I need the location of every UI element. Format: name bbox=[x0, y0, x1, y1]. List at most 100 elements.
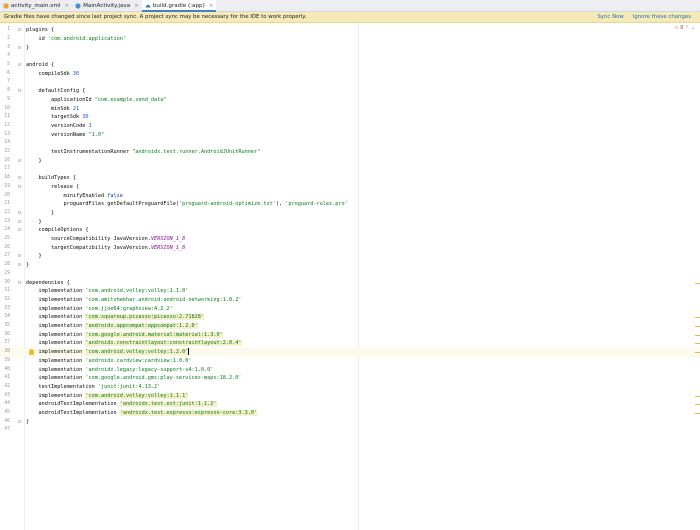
tab-build-gradle-app[interactable]: build.gradle (:app) × bbox=[141, 0, 217, 12]
code-line[interactable]: 39 implementation 'androidx.cardview:car… bbox=[0, 357, 700, 366]
fold-marker-icon[interactable] bbox=[18, 63, 21, 66]
code-line[interactable]: 44 androidTestImplementation 'androidx.t… bbox=[0, 400, 700, 409]
warning-marker[interactable] bbox=[695, 282, 700, 284]
line-number: 14 bbox=[4, 140, 10, 146]
code-line[interactable]: 6 compileSdk 30 bbox=[0, 70, 700, 79]
fold-marker-icon[interactable] bbox=[18, 45, 21, 49]
code-line[interactable]: 12 versionCode 1 bbox=[0, 122, 700, 131]
code-text: targetCompatibility JavaVersion.VERSION_… bbox=[26, 244, 186, 251]
warning-marker[interactable] bbox=[695, 334, 700, 336]
code-line[interactable]: 35 implementation 'androidx.appcompat:ap… bbox=[0, 322, 700, 331]
fold-marker-icon[interactable] bbox=[18, 89, 21, 93]
fold-marker-icon[interactable] bbox=[18, 28, 21, 32]
fold-marker-icon[interactable] bbox=[18, 419, 21, 423]
code-text: implementation 'androidx.legacy:legacy-s… bbox=[26, 366, 214, 373]
code-line[interactable]: 28} bbox=[0, 261, 700, 270]
fold-marker-icon[interactable] bbox=[18, 184, 21, 188]
code-line[interactable]: 16 } bbox=[0, 157, 700, 166]
code-line[interactable]: 27 } bbox=[0, 252, 700, 261]
warning-marker[interactable] bbox=[695, 404, 700, 406]
code-line[interactable]: 13 versionName "1.0" bbox=[0, 131, 700, 140]
close-icon[interactable]: × bbox=[209, 3, 214, 9]
code-line[interactable]: 10 minSdk 21 bbox=[0, 105, 700, 114]
code-line[interactable]: 19 release { bbox=[0, 183, 700, 192]
code-line[interactable]: 26 targetCompatibility JavaVersion.VERSI… bbox=[0, 244, 700, 253]
code-editor[interactable]: ⚠ 8 ⌃ ⌄ 1 plugins {2 id 'com.android.appl… bbox=[0, 23, 700, 530]
code-text: androidTestImplementation 'androidx.test… bbox=[26, 401, 217, 408]
fold-marker-icon[interactable] bbox=[18, 210, 21, 214]
code-line[interactable]: 31 implementation 'com.android.volley:vo… bbox=[0, 287, 700, 296]
code-text: compileSdk 30 bbox=[26, 70, 80, 77]
fold-marker-icon[interactable] bbox=[18, 176, 21, 180]
code-line[interactable]: 38 implementation 'com.android.volley:vo… bbox=[0, 348, 700, 357]
code-line[interactable]: 1 plugins { bbox=[0, 26, 700, 35]
code-line[interactable]: 30 dependencies { bbox=[0, 279, 700, 288]
code-text: implementation 'com.amitshekhar.android:… bbox=[26, 296, 242, 303]
code-line[interactable]: 32 implementation 'com.amitshekhar.andro… bbox=[0, 296, 700, 305]
sync-now-link[interactable]: Sync Now bbox=[597, 14, 623, 20]
fold-marker-icon[interactable] bbox=[18, 228, 21, 232]
line-number: 9 bbox=[7, 96, 10, 102]
code-line[interactable]: 17 bbox=[0, 165, 700, 174]
code-text: versionCode 1 bbox=[26, 122, 92, 129]
code-line[interactable]: 33 implementation 'com.jjoe64:graphview:… bbox=[0, 305, 700, 314]
code-line[interactable]: 25 sourceCompatibility JavaVersion.VERSI… bbox=[0, 235, 700, 244]
fold-marker-icon[interactable] bbox=[18, 158, 21, 162]
fold-marker-icon[interactable] bbox=[18, 280, 21, 284]
code-line[interactable]: 5 android { bbox=[0, 61, 700, 70]
code-text: plugins { bbox=[26, 27, 55, 34]
warning-marker[interactable] bbox=[695, 343, 700, 345]
fold-marker-icon[interactable] bbox=[18, 219, 21, 223]
code-line[interactable]: 36 implementation 'com.google.android.ma… bbox=[0, 331, 700, 340]
banner-message: Gradle files have changed since last pro… bbox=[4, 14, 307, 20]
warning-marker[interactable] bbox=[695, 326, 700, 327]
code-text: implementation 'com.google.android.gms:p… bbox=[26, 375, 242, 382]
code-line[interactable]: 34 implementation 'com.squareup.picasso:… bbox=[0, 313, 700, 322]
fold-marker-icon[interactable] bbox=[18, 263, 21, 267]
code-line[interactable]: 9 applicationId "com.example.send_data" bbox=[0, 96, 700, 105]
code-text: defaultConfig { bbox=[26, 88, 86, 95]
code-line[interactable]: 14 bbox=[0, 139, 700, 148]
line-number: 5 bbox=[7, 62, 10, 67]
warning-marker[interactable] bbox=[695, 352, 700, 354]
code-line[interactable]: 11 targetSdk 30 bbox=[0, 113, 700, 122]
warning-marker[interactable] bbox=[695, 413, 700, 414]
code-line[interactable]: 21 proguardFiles getDefaultProguardFile(… bbox=[0, 200, 700, 209]
tab-activity-main-xml[interactable]: activity_main.xml × bbox=[0, 0, 72, 11]
warning-marker[interactable] bbox=[695, 395, 700, 397]
code-line[interactable]: 8 defaultConfig { bbox=[0, 87, 700, 96]
code-line[interactable]: 20 minifyEnabled false bbox=[0, 192, 700, 201]
code-line[interactable]: 29 bbox=[0, 270, 700, 279]
warning-marker[interactable] bbox=[695, 317, 700, 319]
code-line[interactable]: 41 implementation 'com.google.android.gm… bbox=[0, 374, 700, 383]
tab-mainactivity-java[interactable]: MainActivity.java × bbox=[72, 0, 142, 11]
code-line[interactable]: 43 implementation 'com.android.volley:vo… bbox=[0, 392, 700, 401]
line-number: 11 bbox=[4, 114, 10, 120]
code-line[interactable]: 4 bbox=[0, 52, 700, 61]
code-text: proguardFiles getDefaultProguardFile('pr… bbox=[26, 201, 348, 208]
code-line[interactable]: 46} bbox=[0, 418, 700, 427]
code-line[interactable]: 7 bbox=[0, 78, 700, 87]
code-text: } bbox=[26, 44, 30, 51]
code-line[interactable]: 23 } bbox=[0, 218, 700, 227]
code-text: } bbox=[26, 218, 42, 225]
code-line[interactable]: 15 testInstrumentationRunner "androidx.t… bbox=[0, 148, 700, 157]
close-icon[interactable]: × bbox=[134, 3, 139, 9]
code-line[interactable]: 22 } bbox=[0, 209, 700, 218]
line-number: 35 bbox=[4, 323, 10, 328]
code-line[interactable]: 45 androidTestImplementation 'androidx.t… bbox=[0, 409, 700, 418]
code-line[interactable]: 2 id 'com.android.application' bbox=[0, 35, 700, 44]
code-line[interactable]: 3} bbox=[0, 44, 700, 53]
code-line[interactable]: 42 testImplementation 'junit:junit:4.13.… bbox=[0, 383, 700, 392]
code-text: implementation 'androidx.appcompat:appco… bbox=[26, 323, 198, 329]
code-line[interactable]: 37 implementation 'androidx.constraintla… bbox=[0, 339, 700, 348]
line-number: 4 bbox=[7, 53, 10, 59]
line-number: 44 bbox=[4, 401, 10, 407]
close-icon[interactable]: × bbox=[64, 3, 69, 9]
code-line[interactable]: 47 bbox=[0, 426, 700, 435]
code-line[interactable]: 40 implementation 'androidx.legacy:legac… bbox=[0, 366, 700, 375]
code-line[interactable]: 18 buildTypes { bbox=[0, 174, 700, 183]
code-line[interactable]: 24 compileOptions { bbox=[0, 226, 700, 235]
fold-marker-icon[interactable] bbox=[18, 254, 21, 258]
ignore-changes-link[interactable]: Ignore these changes bbox=[633, 14, 691, 20]
